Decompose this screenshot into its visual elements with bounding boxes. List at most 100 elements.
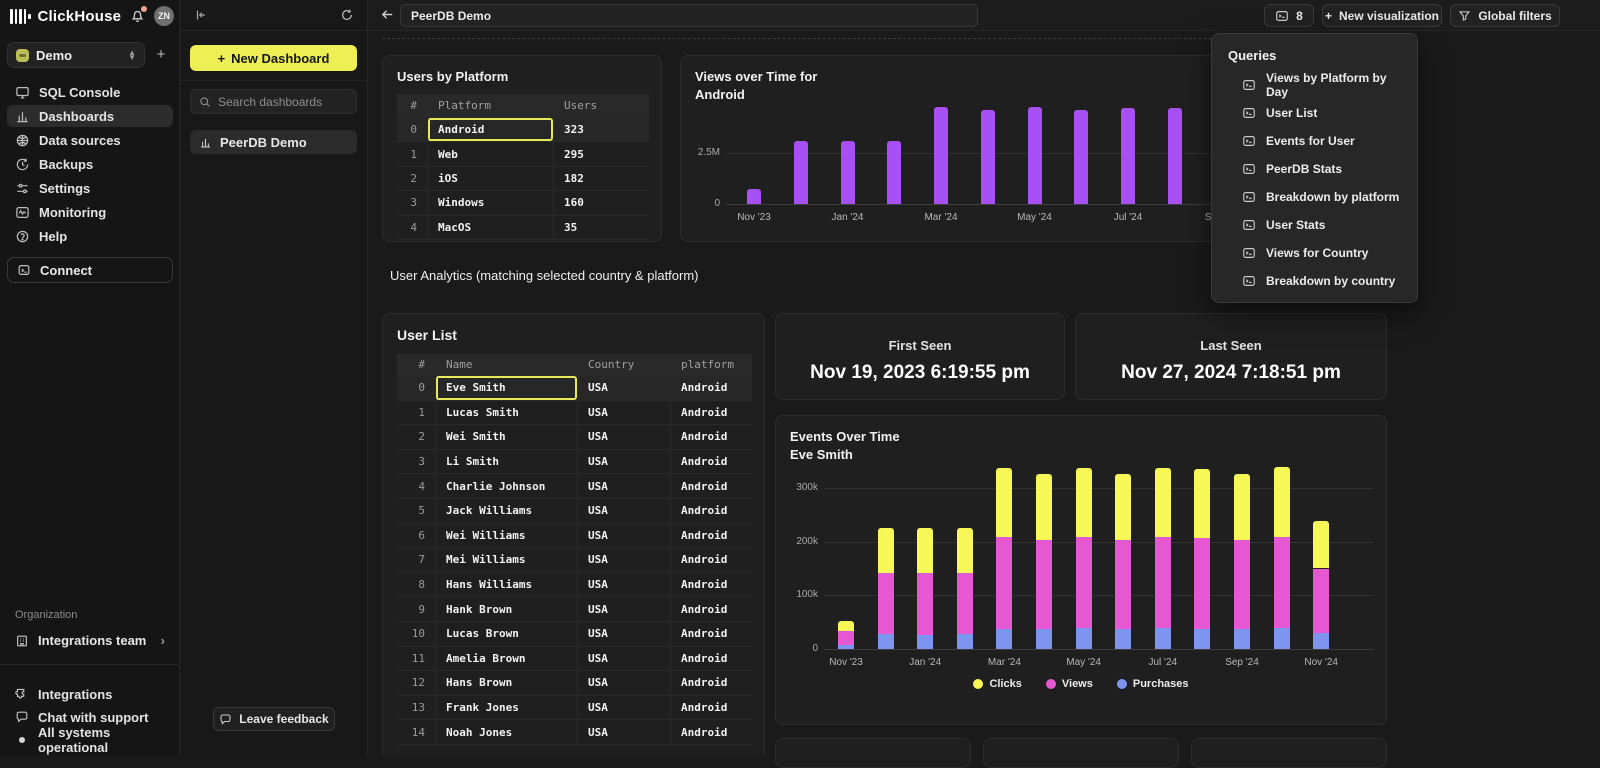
sidebar-item-integrations-team[interactable]: Integrations team › [7, 629, 173, 652]
footer-label: Integrations [38, 687, 112, 702]
segment-clicks-Dec '23 [878, 528, 894, 573]
query-label: Views by Platform by Day [1266, 71, 1401, 99]
table-row[interactable]: 0Android323 [397, 118, 649, 142]
table-row[interactable]: 12Hans BrownUSAAndroid [397, 671, 752, 696]
dashboard-title-input[interactable] [400, 4, 978, 27]
segment-views-Nov '23 [838, 631, 854, 644]
row-index-cell: 4 [397, 474, 435, 498]
segment-clicks-Feb '24 [957, 528, 973, 574]
connect-button[interactable]: Connect [7, 257, 173, 283]
table-row[interactable]: 10Lucas BrownUSAAndroid [397, 622, 752, 647]
table-cell: 295 [553, 142, 649, 165]
table-row[interactable]: 4MacOS35 [397, 216, 649, 240]
dashboard-header: 8 + New visualization Global filters [368, 0, 1600, 31]
sidebar-nav: SQL ConsoleDashboardsData sourcesBackups… [7, 81, 173, 247]
table-header-cell: platform [670, 354, 752, 375]
table-row[interactable]: 1Lucas SmithUSAAndroid [397, 401, 752, 426]
back-button[interactable] [380, 7, 395, 27]
table-row[interactable]: 8Hans WilliamsUSAAndroid [397, 573, 752, 598]
partial-card [1191, 738, 1387, 768]
table-row[interactable]: 1Web295 [397, 142, 649, 166]
table-row[interactable]: 4Charlie JohnsonUSAAndroid [397, 474, 752, 499]
query-item[interactable]: User Stats [1212, 211, 1417, 239]
table-cell: Jack Williams [435, 499, 577, 523]
query-item[interactable]: PeerDB Stats [1212, 155, 1417, 183]
table-cell: USA [577, 622, 670, 646]
new-visualization-button[interactable]: + New visualization [1322, 4, 1442, 27]
sidebar-item-all-systems-operational[interactable]: All systems operational [7, 729, 173, 751]
query-item[interactable]: User List [1212, 99, 1417, 127]
segment-views-Jul '24 [1155, 537, 1171, 627]
table-row[interactable]: 6Wei WilliamsUSAAndroid [397, 524, 752, 549]
row-index-cell: 7 [397, 548, 435, 572]
bar-Jul '24 [1121, 108, 1135, 204]
leave-feedback-button[interactable]: Leave feedback [213, 707, 335, 731]
table-cell: Android [670, 474, 752, 498]
table-row[interactable]: 13Frank JonesUSAAndroid [397, 696, 752, 721]
table-cell: Lucas Brown [435, 622, 577, 646]
segment-purchases-Dec '23 [878, 634, 894, 649]
chart-legend: ClicksViewsPurchases [776, 678, 1386, 690]
table-cell: Android [670, 548, 752, 572]
monitoring-icon [15, 205, 30, 220]
divider [0, 664, 180, 665]
legend-item-clicks: Clicks [973, 678, 1021, 690]
bar-Jan '24 [841, 141, 855, 204]
sidebar-item-help[interactable]: Help [7, 225, 173, 247]
dashboard-list-item[interactable]: PeerDB Demo [190, 130, 357, 154]
avatar[interactable]: ZN [154, 6, 174, 26]
query-item[interactable]: Breakdown by country [1212, 267, 1417, 295]
sidebar-item-monitoring[interactable]: Monitoring [7, 201, 173, 223]
segment-views-Sep '24 [1234, 540, 1250, 629]
collapse-panel-button[interactable] [194, 8, 208, 27]
sidebar-item-dashboards[interactable]: Dashboards [7, 105, 173, 127]
new-dashboard-button[interactable]: + New Dashboard [190, 45, 357, 71]
console-icon [1242, 274, 1256, 288]
table-row[interactable]: 3Windows160 [397, 191, 649, 215]
sidebar-item-sql-console[interactable]: SQL Console [7, 81, 173, 103]
table-cell: iOS [427, 167, 553, 190]
query-item[interactable]: Breakdown by platform [1212, 183, 1417, 211]
sidebar-item-data-sources[interactable]: Data sources [7, 129, 173, 151]
table-row[interactable]: 14Noah JonesUSAAndroid [397, 720, 752, 745]
table-cell: Android [670, 671, 752, 695]
queries-count-button[interactable]: 8 [1264, 4, 1314, 27]
query-item[interactable]: Views by Platform by Day [1212, 71, 1417, 99]
table-cell: USA [577, 548, 670, 572]
table-row[interactable]: 9Hank BrownUSAAndroid [397, 597, 752, 622]
leave-feedback-label: Leave feedback [239, 712, 328, 726]
query-item[interactable]: Views for Country [1212, 239, 1417, 267]
global-filters-button[interactable]: Global filters [1450, 4, 1560, 27]
table-row[interactable]: 5Jack WilliamsUSAAndroid [397, 499, 752, 524]
bar-chart-icon [199, 136, 212, 149]
card-title: Users by Platform [397, 68, 508, 86]
table-row[interactable]: 2iOS182 [397, 167, 649, 191]
table-row[interactable]: 0Eve SmithUSAAndroid [397, 376, 752, 401]
refresh-button[interactable] [340, 8, 354, 27]
table-cell: Android [670, 425, 752, 449]
segment-clicks-Jun '24 [1115, 474, 1131, 539]
search-input[interactable] [218, 95, 348, 109]
table-row[interactable]: 2Wei SmithUSAAndroid [397, 425, 752, 450]
users-by-platform-table: #PlatformUsers0Android3231Web2952iOS1823… [397, 94, 649, 240]
table-cell: 35 [553, 216, 649, 239]
table-row[interactable]: 11Amelia BrownUSAAndroid [397, 647, 752, 672]
x-axis-tick: Jan '24 [818, 212, 878, 223]
sidebar-item-backups[interactable]: Backups [7, 153, 173, 175]
notifications-bell-icon[interactable] [130, 8, 146, 24]
workspace-select[interactable]: Demo ▲▼ [7, 42, 145, 68]
query-item[interactable]: Events for User [1212, 127, 1417, 155]
table-row[interactable]: 3Li SmithUSAAndroid [397, 450, 752, 475]
segment-purchases-Nov '23 [838, 645, 854, 649]
table-cell: Wei Smith [435, 425, 577, 449]
segment-purchases-Nov '24 [1313, 633, 1329, 649]
x-axis-tick: May '24 [1054, 657, 1114, 668]
sidebar-item-integrations[interactable]: Integrations [7, 683, 173, 705]
nav-label: Settings [39, 181, 90, 196]
table-row[interactable]: 7Mei WilliamsUSAAndroid [397, 548, 752, 573]
y-axis-tick: 2.5M [684, 147, 720, 158]
sidebar-item-settings[interactable]: Settings [7, 177, 173, 199]
table-header-cell: Users [553, 94, 649, 117]
segment-views-Jun '24 [1115, 540, 1131, 629]
add-service-button[interactable]: + [153, 47, 169, 63]
